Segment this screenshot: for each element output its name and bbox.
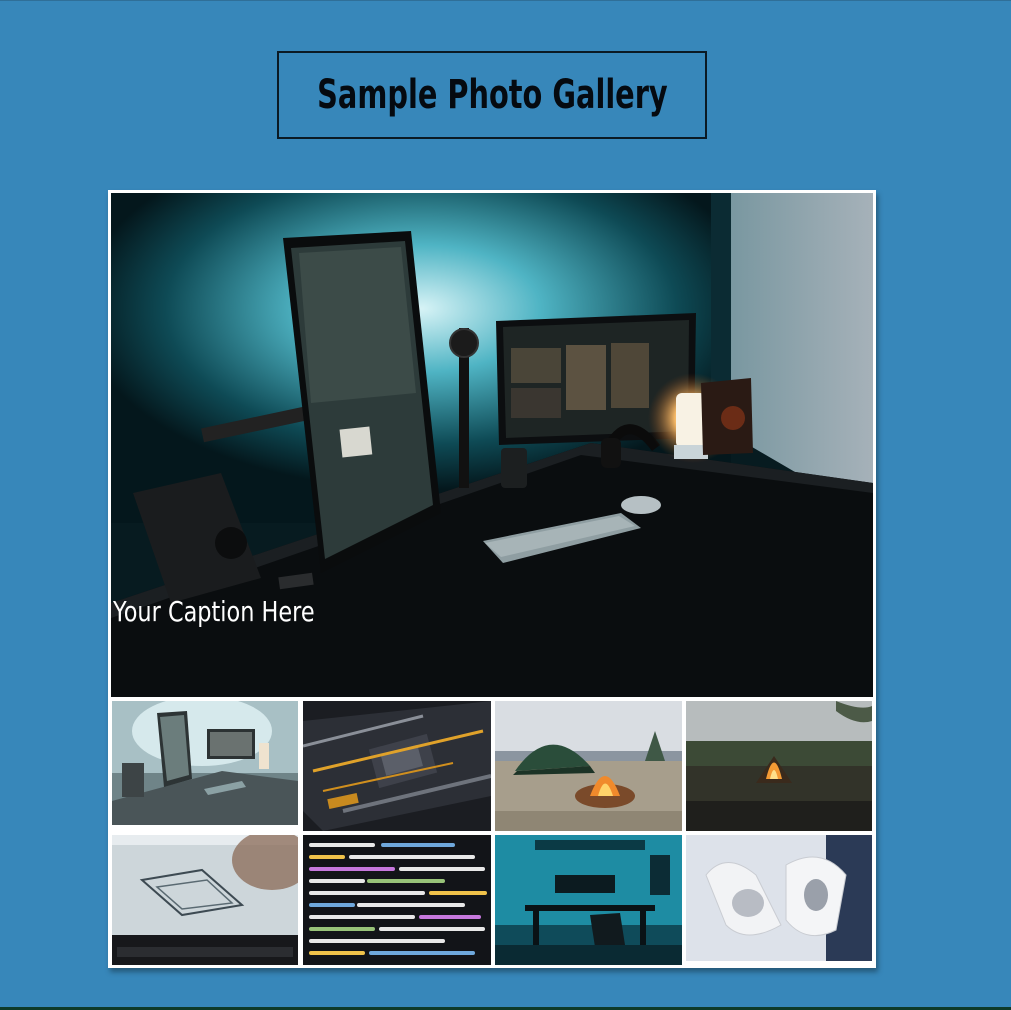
thumbnail-image	[112, 835, 298, 965]
thumbnail-image	[303, 701, 491, 831]
top-border	[0, 0, 1011, 1]
thumbnail-image	[686, 835, 872, 961]
thumbnail-gaming-desk[interactable]	[495, 835, 682, 965]
thumbnail-laptop-design[interactable]	[112, 835, 298, 965]
page-title: Sample Photo Gallery	[316, 72, 668, 118]
thumbnail-code-screen[interactable]	[303, 835, 491, 965]
thumbnail-gloved-hands[interactable]	[686, 835, 872, 961]
thumbnail-image	[686, 701, 872, 831]
photo-caption: Your Caption Here	[113, 595, 315, 628]
thumbnail-field-campfire[interactable]	[686, 701, 872, 831]
thumbnail-image	[112, 701, 298, 825]
thumbnail-desk-setup[interactable]	[112, 701, 298, 825]
page-title-box: Sample Photo Gallery	[277, 51, 707, 139]
thumbnail-image	[495, 835, 682, 965]
thumbnail-image	[303, 835, 491, 965]
thumbnail-circuit-board[interactable]	[303, 701, 491, 831]
thumbnail-image	[495, 701, 682, 831]
main-photo: Your Caption Here	[111, 193, 873, 697]
thumbnail-tent-campfire[interactable]	[495, 701, 682, 831]
photo-gallery: Your Caption Here	[108, 190, 876, 968]
